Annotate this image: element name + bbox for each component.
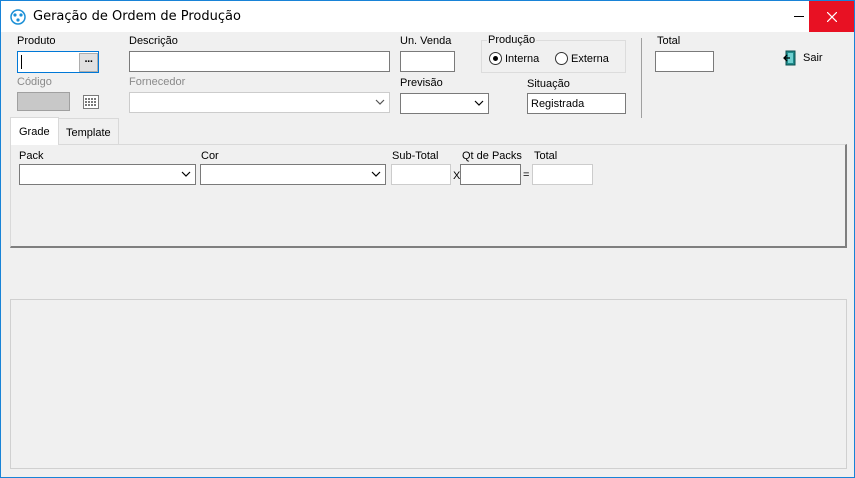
produto-label: Produto (17, 35, 56, 47)
produto-lookup-button[interactable]: ··· (79, 53, 98, 72)
situacao-input[interactable]: Registrada (527, 93, 626, 114)
previsao-label: Previsão (400, 77, 443, 89)
qt-packs-input[interactable] (460, 164, 521, 185)
qt-packs-label: Qt de Packs (462, 150, 522, 162)
grade-total-input (532, 164, 593, 185)
cor-select[interactable] (200, 164, 386, 185)
sair-label: Sair (803, 52, 823, 64)
title-bar: Geração de Ordem de Produção (1, 1, 854, 32)
total-label: Total (657, 35, 681, 47)
sair-button[interactable]: Sair (783, 50, 823, 66)
sub-total-label: Sub-Total (392, 150, 439, 162)
pack-select[interactable] (19, 164, 196, 185)
tab-template[interactable]: Template (57, 118, 119, 144)
equals-sign: = (523, 169, 530, 181)
grade-panel: Pack Cor Sub-Total X Qt de Packs = Total (10, 144, 847, 248)
tab-grade-label: Grade (19, 126, 50, 138)
main-window: Geração de Ordem de Produção Produto ···… (0, 0, 855, 478)
situacao-label: Situação (527, 78, 570, 90)
results-grid[interactable] (10, 299, 847, 469)
fornecedor-select (129, 92, 390, 113)
close-button[interactable] (809, 1, 854, 32)
chevron-down-icon (181, 171, 191, 177)
tab-grade[interactable]: Grade (10, 117, 59, 145)
tabs-container: Grade Template Pack Cor Sub-Total X Qt d… (10, 117, 847, 249)
close-icon (826, 11, 837, 22)
cor-label: Cor (201, 150, 219, 162)
app-icon (10, 9, 26, 25)
radio-checked-icon (489, 52, 502, 65)
minimize-icon (794, 16, 804, 17)
un-venda-input[interactable] (400, 51, 455, 72)
ellipsis-icon: ··· (84, 56, 94, 68)
chevron-down-icon (474, 100, 484, 106)
radio-unchecked-icon (555, 52, 568, 65)
producao-interna-label: Interna (505, 52, 540, 65)
chevron-down-icon (371, 171, 381, 177)
header-separator (641, 38, 642, 118)
pack-label: Pack (19, 150, 44, 162)
total-input[interactable] (655, 51, 714, 72)
previsao-select[interactable] (400, 93, 489, 114)
producao-interna-radio[interactable]: Interna (489, 52, 539, 65)
text-caret (21, 55, 22, 69)
grade-total-label: Total (534, 150, 558, 162)
codigo-input (17, 92, 70, 111)
producao-externa-radio[interactable]: Externa (555, 52, 609, 65)
situacao-value: Registrada (531, 98, 585, 110)
chevron-down-icon (375, 99, 385, 105)
codigo-label: Código (17, 76, 52, 88)
sub-total-input (391, 164, 451, 185)
calendar-icon[interactable] (83, 95, 99, 109)
producao-externa-label: Externa (571, 52, 609, 65)
descricao-label: Descrição (129, 35, 178, 47)
exit-door-icon (783, 50, 796, 66)
window-title: Geração de Ordem de Produção (33, 9, 241, 24)
un-venda-label: Un. Venda (400, 35, 452, 47)
tab-template-label: Template (66, 127, 111, 139)
producao-label: Produção (487, 34, 537, 46)
fornecedor-label: Fornecedor (129, 76, 186, 88)
descricao-input[interactable] (129, 51, 390, 72)
